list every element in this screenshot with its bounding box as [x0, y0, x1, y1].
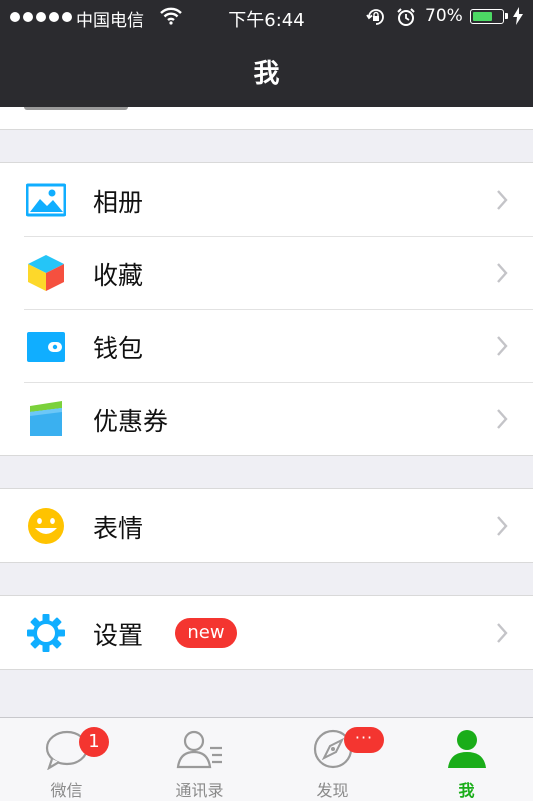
charging-bolt-icon: [513, 7, 523, 25]
battery-percentage: 70%: [425, 6, 463, 26]
tab-me[interactable]: 我: [400, 718, 533, 801]
chevron-right-icon: [497, 263, 508, 283]
menu-item-label: 设置: [93, 621, 144, 650]
wallet-icon: [27, 332, 65, 362]
tab-contacts[interactable]: 通讯录: [133, 718, 266, 801]
chevron-right-icon: [497, 336, 508, 356]
menu-item-label: 相册: [93, 188, 144, 217]
coupon-icon: [30, 401, 62, 436]
tab-label: 我: [458, 781, 475, 800]
profile-info-blurred: [24, 107, 128, 110]
page-title: 我: [253, 59, 280, 89]
tab-discover[interactable]: ··· 发现: [266, 718, 399, 801]
menu-group-services: 相册 收藏 钱包 优惠券: [0, 162, 533, 456]
tab-label: 微信: [50, 781, 83, 800]
menu-item-stickers[interactable]: 表情: [0, 489, 533, 562]
contacts-icon: [176, 730, 222, 769]
chevron-right-icon: [497, 409, 508, 429]
menu-item-label: 收藏: [93, 261, 144, 290]
status-bar: 中国电信 下午6:44 70%: [0, 0, 533, 34]
chevron-right-icon: [497, 516, 508, 536]
photo-album-icon: [26, 183, 66, 217]
tab-chats[interactable]: 1 微信: [0, 718, 133, 801]
profile-card[interactable]: [0, 107, 533, 130]
chevron-right-icon: [497, 190, 508, 210]
menu-item-label: 优惠券: [93, 407, 169, 436]
navigation-header: 中国电信 下午6:44 70% 我: [0, 0, 533, 107]
alarm-clock-icon: [397, 8, 415, 26]
tab-label: 通讯录: [175, 781, 224, 800]
favorites-cube-icon: [28, 255, 64, 291]
menu-item-label: 钱包: [93, 334, 144, 363]
menu-group-stickers: 表情: [0, 488, 533, 563]
tab-bar: 1 微信 通讯录 ··· 发现 我: [0, 717, 533, 801]
menu-group-settings: 设置 new: [0, 595, 533, 670]
menu-item-favorites[interactable]: 收藏: [0, 236, 533, 309]
battery-icon: [470, 9, 508, 24]
menu-item-wallet[interactable]: 钱包: [0, 309, 533, 382]
more-badge: ···: [344, 727, 384, 753]
smiley-icon: [28, 508, 64, 544]
menu-item-settings[interactable]: 设置 new: [0, 596, 533, 669]
gear-icon: [27, 614, 65, 652]
unread-count-badge: 1: [79, 727, 109, 757]
rotation-lock-icon: [366, 9, 384, 25]
new-badge: new: [175, 618, 237, 648]
tab-label: 发现: [316, 781, 349, 800]
menu-item-label: 表情: [93, 514, 144, 543]
person-icon: [447, 730, 486, 768]
menu-item-coupons[interactable]: 优惠券: [0, 382, 533, 455]
menu-item-album[interactable]: 相册: [0, 163, 533, 236]
chevron-right-icon: [497, 623, 508, 643]
